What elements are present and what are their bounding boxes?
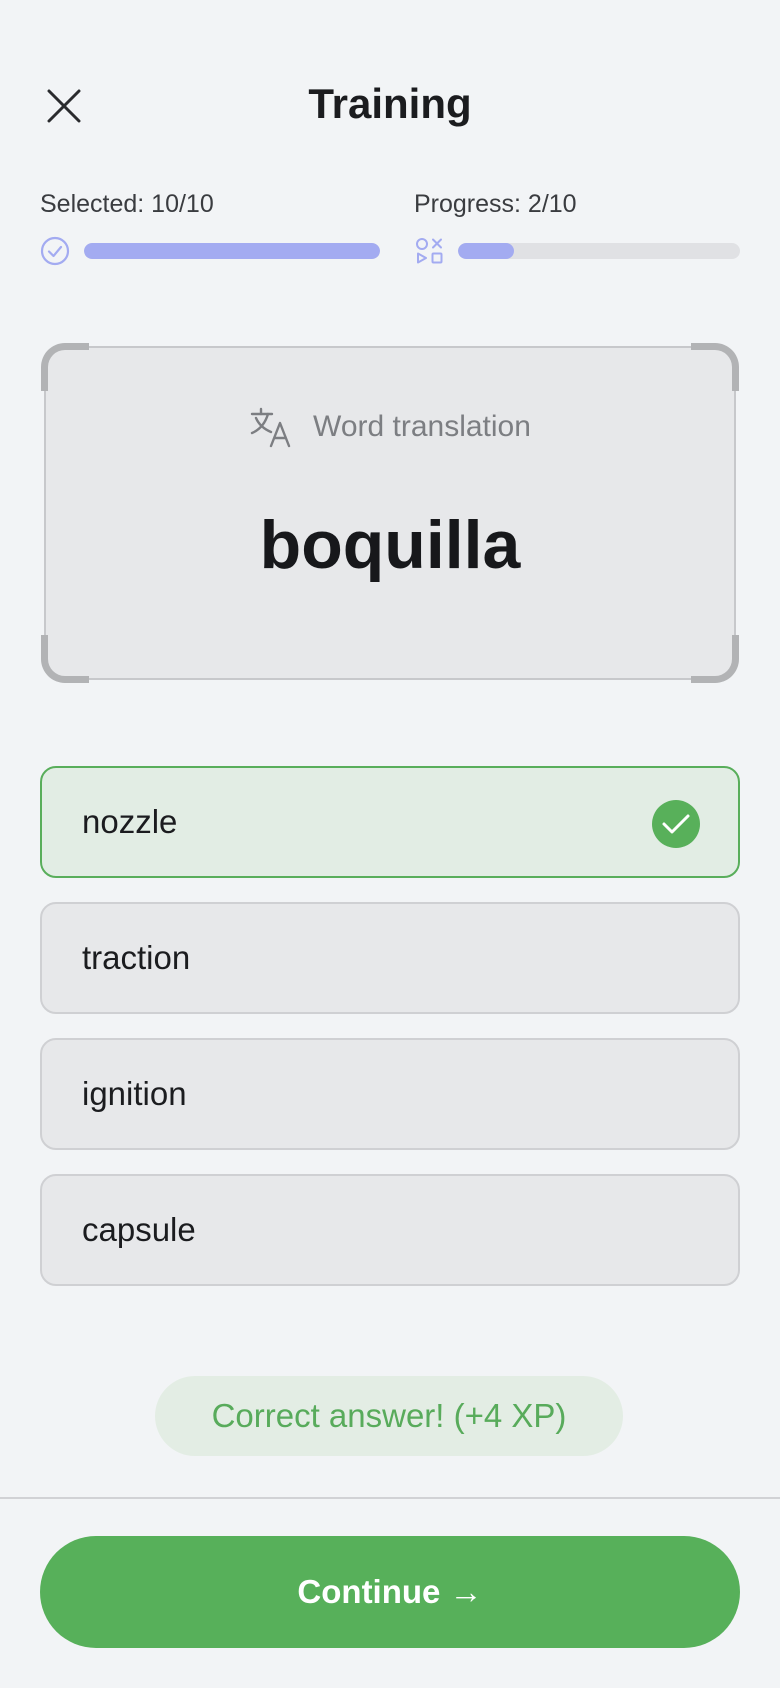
answer-option-capsule[interactable]: capsule: [40, 1174, 740, 1286]
progress-bar: [458, 243, 740, 259]
selected-bar-fill: [84, 243, 380, 259]
selected-bar: [84, 243, 380, 259]
option-label: capsule: [82, 1211, 196, 1248]
card-corner: [691, 635, 739, 683]
selected-stat: Selected: 10/10: [40, 190, 380, 266]
check-circle-icon: [40, 236, 70, 266]
progress-label: Progress: 2/10: [414, 190, 577, 218]
answer-option-traction[interactable]: traction: [40, 902, 740, 1014]
feedback-badge: Correct answer! (+4 XP): [155, 1376, 623, 1456]
card-corner: [41, 343, 89, 391]
header: Training: [0, 60, 780, 150]
card-corner: [691, 343, 739, 391]
progress-stat: Progress: 2/10: [414, 190, 740, 266]
card-corner: [41, 635, 89, 683]
continue-button[interactable]: Continue →: [40, 1536, 740, 1648]
progress-bar-fill: [458, 243, 515, 259]
selected-label: Selected: 10/10: [40, 190, 214, 218]
option-label: nozzle: [82, 803, 178, 840]
card-type: Word translation: [46, 406, 734, 448]
answer-option-nozzle[interactable]: nozzle: [40, 766, 740, 878]
option-label: ignition: [82, 1075, 187, 1112]
page-title: Training: [308, 80, 472, 127]
divider: [0, 1497, 780, 1499]
option-label: traction: [82, 939, 191, 976]
answer-option-ignition[interactable]: ignition: [40, 1038, 740, 1150]
card-type-label: Word translation: [313, 410, 531, 443]
translate-icon: [250, 407, 291, 448]
word-card: Word translation boquilla: [41, 343, 739, 683]
card-word: boquilla: [259, 507, 521, 583]
checkmark-icon: [652, 800, 700, 848]
shapes-icon: [416, 238, 443, 264]
